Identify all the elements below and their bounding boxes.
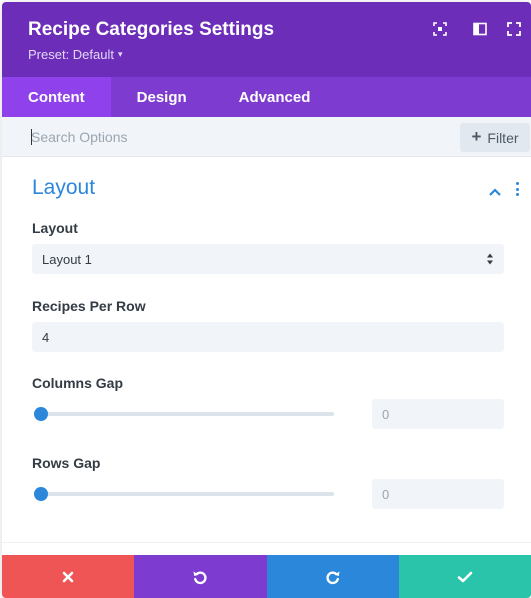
search-bar: + Filter xyxy=(2,117,531,157)
preset-label: Preset: Default xyxy=(28,47,114,62)
select-arrows-icon xyxy=(487,253,493,265)
tab-bar: Content Design Advanced xyxy=(2,77,531,117)
modal-title: Recipe Categories Settings xyxy=(28,19,275,40)
filter-button[interactable]: + Filter xyxy=(460,123,530,152)
footer-divider xyxy=(2,542,531,543)
plus-icon: + xyxy=(471,126,482,146)
preset-dropdown[interactable]: Preset: Default ▾ xyxy=(28,47,123,62)
close-button[interactable] xyxy=(2,555,135,598)
tab-design[interactable]: Design xyxy=(111,77,213,117)
columns-gap-label: Columns Gap xyxy=(32,375,124,391)
recipes-per-row-label: Recipes Per Row xyxy=(32,298,146,314)
save-button[interactable] xyxy=(398,555,531,598)
caret-down-icon: ▾ xyxy=(118,49,123,59)
layout-select[interactable]: Layout 1 xyxy=(32,244,504,274)
filter-label: Filter xyxy=(487,129,519,146)
layout-select-value: Layout 1 xyxy=(42,251,92,267)
rows-gap-slider-track[interactable] xyxy=(39,492,334,496)
undo-button[interactable] xyxy=(134,555,267,598)
columns-gap-slider-handle[interactable] xyxy=(34,407,48,421)
expand-icon[interactable] xyxy=(507,22,521,36)
target-icon[interactable] xyxy=(433,22,447,36)
chevron-up-icon[interactable] xyxy=(488,184,502,196)
recipes-per-row-input[interactable]: 4 xyxy=(32,322,504,352)
tab-advanced[interactable]: Advanced xyxy=(213,77,337,117)
rows-gap-label: Rows Gap xyxy=(32,455,101,471)
more-options-icon[interactable] xyxy=(515,182,519,196)
undo-icon xyxy=(193,570,207,584)
tab-content[interactable]: Content xyxy=(2,77,111,117)
close-icon xyxy=(62,571,74,582)
columns-gap-input[interactable]: 0 xyxy=(372,399,504,429)
modal-header: Recipe Categories Settings Preset: Defau… xyxy=(2,2,531,77)
section-title[interactable]: Layout xyxy=(32,176,95,200)
sidebar-layout-icon[interactable] xyxy=(473,22,487,36)
rows-gap-slider-handle[interactable] xyxy=(34,487,48,501)
check-icon xyxy=(457,571,473,582)
layout-label: Layout xyxy=(32,220,78,236)
settings-modal: Recipe Categories Settings Preset: Defau… xyxy=(2,2,531,598)
search-input[interactable] xyxy=(31,127,331,147)
columns-gap-slider-track[interactable] xyxy=(39,412,334,416)
redo-icon xyxy=(326,570,340,584)
modal-footer xyxy=(2,555,531,598)
redo-button[interactable] xyxy=(266,555,399,598)
rows-gap-input[interactable]: 0 xyxy=(372,479,504,509)
text-cursor xyxy=(31,129,32,145)
